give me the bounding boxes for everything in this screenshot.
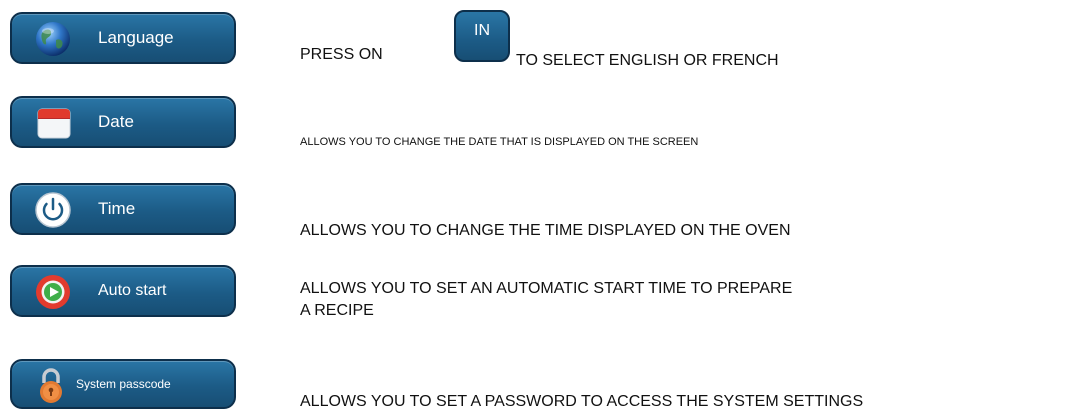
date-button-label: Date <box>98 112 134 131</box>
auto-start-description-line1: ALLOWS YOU TO SET AN AUTOMATIC START TIM… <box>300 280 793 297</box>
system-passcode-button[interactable]: System passcode <box>10 359 236 409</box>
language-instruction-text: TO SELECT ENGLISH OR FRENCH <box>516 52 779 69</box>
system-passcode-description: ALLOWS YOU TO SET A PASSWORD TO ACCESS T… <box>300 393 864 410</box>
time-button[interactable]: Time <box>10 183 236 235</box>
in-key-button[interactable]: IN <box>454 10 510 62</box>
auto-start-description-line2: A RECIPE <box>300 302 374 319</box>
date-description: ALLOWS YOU TO CHANGE THE DATE THAT IS DI… <box>300 136 699 148</box>
globe-icon <box>36 22 70 56</box>
padlock-icon <box>40 368 62 403</box>
system-passcode-button-label: System passcode <box>76 377 171 391</box>
language-button[interactable]: Language <box>10 12 236 64</box>
time-button-label: Time <box>98 199 136 218</box>
press-on-text: PRESS ON <box>300 46 383 63</box>
play-icon <box>36 275 70 309</box>
calendar-icon <box>37 108 71 139</box>
auto-start-button-label: Auto start <box>98 282 167 299</box>
auto-start-button[interactable]: Auto start <box>10 265 236 317</box>
time-description: ALLOWS YOU TO CHANGE THE TIME DISPLAYED … <box>300 222 791 239</box>
power-icon <box>35 192 71 228</box>
language-button-label: Language <box>98 28 174 47</box>
date-button[interactable]: Date <box>10 96 236 148</box>
